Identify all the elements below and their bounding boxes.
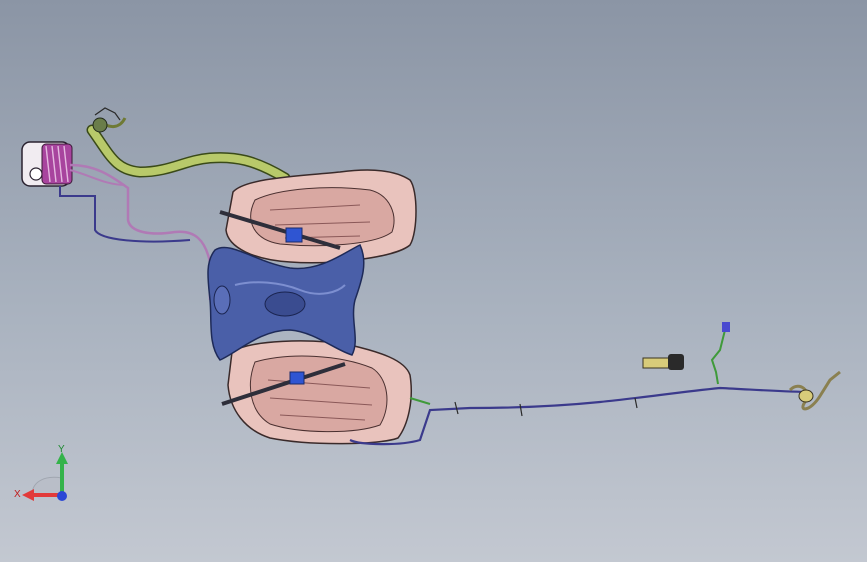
fuel-tank-assembly-model[interactable]: [0, 0, 867, 562]
evap-canister[interactable]: [21, 141, 73, 187]
sensor-connector[interactable]: [642, 354, 684, 370]
z-axis-dot: [57, 491, 67, 501]
cad-viewport[interactable]: Y X: [0, 0, 867, 562]
y-axis-label: Y: [58, 444, 65, 455]
coordinate-triad: Y X: [14, 444, 68, 501]
harness-lead[interactable]: [710, 322, 730, 385]
vent-lines[interactable]: [59, 163, 212, 300]
fuel-supply-line[interactable]: [349, 386, 811, 446]
fuel-rail-end[interactable]: [788, 370, 841, 411]
fuel-tank-lower-lobe[interactable]: [221, 340, 413, 445]
x-axis-label: X: [14, 489, 21, 500]
filler-neck-hose[interactable]: [86, 107, 291, 184]
fuel-tank-upper-lobe[interactable]: [219, 169, 417, 264]
